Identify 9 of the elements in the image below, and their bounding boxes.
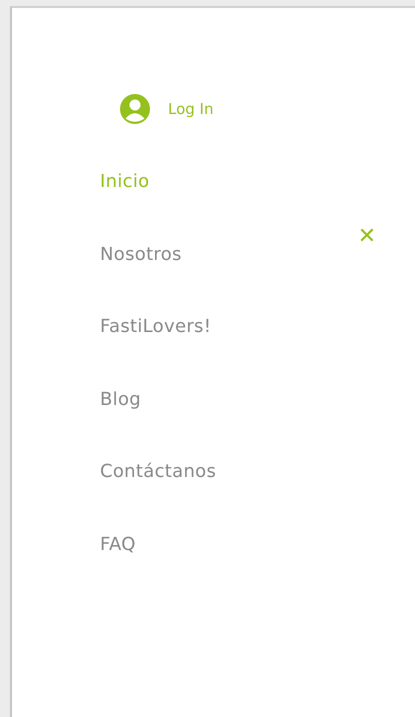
- menu-item[interactable]: Nosotros: [100, 242, 182, 266]
- menu-item[interactable]: Contáctanos: [100, 460, 216, 484]
- menu-item[interactable]: Inicio: [100, 170, 150, 194]
- login-button[interactable]: Log In: [120, 94, 214, 124]
- user-icon: [120, 94, 150, 124]
- menu-item[interactable]: Blog: [100, 388, 141, 412]
- menu-item[interactable]: FastiLovers!: [100, 315, 212, 339]
- menu-item[interactable]: FAQ: [100, 532, 136, 556]
- close-button[interactable]: ✕: [355, 225, 379, 249]
